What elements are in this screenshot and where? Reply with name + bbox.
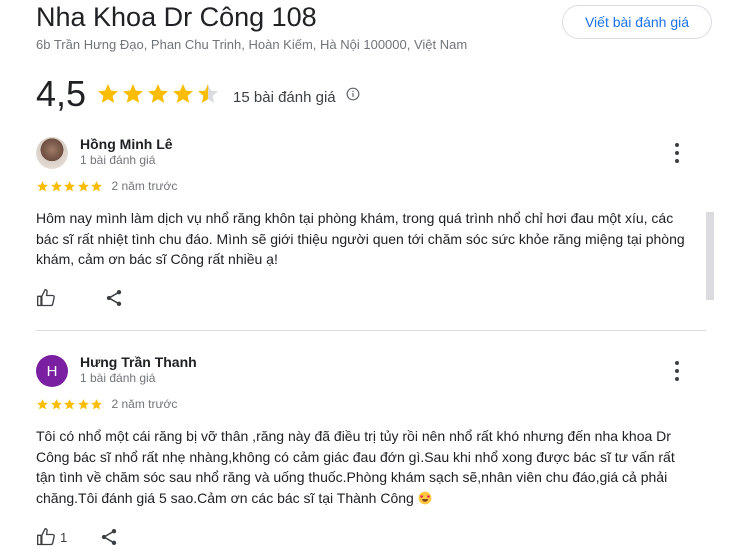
heart-eyes-emoji-icon [418,491,432,504]
more-options-icon[interactable] [672,361,682,381]
more-options-icon[interactable] [672,143,682,163]
scrollbar-thumb[interactable] [706,212,714,300]
share-button[interactable] [99,527,119,547]
review-actions: 1 [36,527,119,547]
star-icon [148,84,169,103]
avatar[interactable] [36,137,68,169]
star-icon [173,84,194,103]
review-stars: 2 năm trước [36,397,177,411]
star-icon [37,180,48,191]
star-icon [123,84,144,103]
place-address: 6b Trần Hưng Đạo, Phan Chu Trinh, Hoàn K… [36,37,468,52]
star-icon [64,398,75,409]
star-icon [198,84,219,103]
reviewer-review-count: 1 bài đánh giá [80,371,156,385]
like-button[interactable] [36,288,60,308]
star-icon [98,84,119,103]
review-time: 2 năm trước [111,179,178,193]
star-icon [91,180,102,191]
star-rating-icons [36,398,104,411]
info-icon[interactable] [346,87,360,101]
reviewer-name[interactable]: Hưng Trần Thanh [80,354,197,370]
star-icon [91,398,102,409]
avatar[interactable]: H [36,355,68,387]
share-icon [102,529,117,545]
write-review-button[interactable]: Viết bài đánh giá [562,5,712,39]
reviewer-review-count: 1 bài đánh giá [80,153,156,167]
star-icon [77,180,89,191]
thumb-up-icon [37,528,55,546]
review-text-body: Tôi có nhổ một cái răng bị vỡ thân ,răng… [36,428,675,506]
review-divider [36,330,706,331]
review-stars: 2 năm trước [36,179,177,193]
place-title: Nha Khoa Dr Công 108 [36,2,317,32]
review-actions [36,288,124,308]
star-icon [37,398,48,409]
share-button[interactable] [104,288,124,308]
review-count[interactable]: 15 bài đánh giá [233,89,336,106]
review-time: 2 năm trước [111,397,178,411]
share-icon [106,290,122,306]
review-text: Hôm nay mình làm dịch vụ nhổ răng khôn t… [36,210,685,267]
star-icon [64,180,75,191]
like-button[interactable]: 1 [36,527,67,547]
rating-summary: 4,5 15 bài đánh giá [36,72,360,116]
thumb-up-icon [37,289,55,307]
rating-stars [96,82,221,106]
review-text: Tôi có nhổ một cái răng bị vỡ thân ,răng… [36,426,686,508]
rating-value: 4,5 [36,73,87,114]
star-icon [50,180,62,191]
reviewer-name[interactable]: Hồng Minh Lê [80,136,173,152]
star-icon [77,398,89,409]
star-rating-icons [36,180,104,193]
like-count: 1 [60,529,68,545]
star-icon [50,398,62,409]
